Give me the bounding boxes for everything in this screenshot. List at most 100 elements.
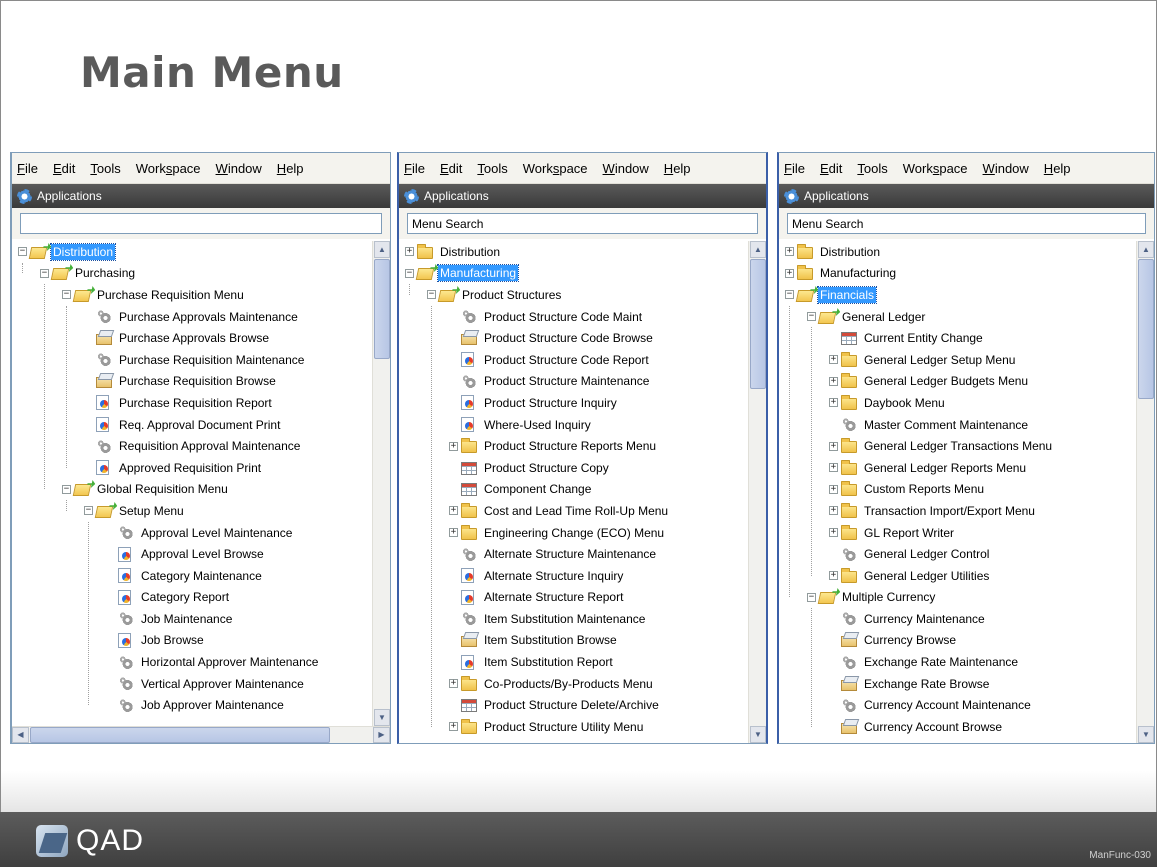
tree-item-label[interactable]: Daybook Menu [862,395,947,411]
tree-item-label[interactable]: Multiple Currency [840,589,937,605]
collapse-minus-icon[interactable]: − [62,290,71,300]
tree-item-label[interactable]: Exchange Rate Maintenance [862,654,1020,670]
tree-row[interactable]: + General Ledger Transactions Menu [779,435,1136,457]
tree-item-label[interactable]: General Ledger Control [862,546,991,562]
expand-plus-icon[interactable]: + [449,506,458,516]
tree-item-label[interactable]: General Ledger [840,309,927,325]
tree-item-label[interactable]: Manufacturing [436,264,520,283]
tree-item-label[interactable]: Approved Requisition Print [117,460,263,476]
tree-row[interactable]: Product Structure Code Maint [399,306,748,328]
scroll-thumb[interactable] [1138,259,1154,399]
tree-item-label[interactable]: Purchase Requisition Maintenance [117,352,306,368]
tree-item-label[interactable]: General Ledger Budgets Menu [862,373,1030,389]
tree-item-label[interactable]: Engineering Change (ECO) Menu [482,525,666,541]
expand-plus-icon[interactable]: + [829,441,838,451]
tree-row[interactable]: + General Ledger Budgets Menu [779,371,1136,393]
menu-search-input[interactable] [407,213,758,234]
menu-workspace[interactable]: Workspace [523,161,588,176]
expand-plus-icon[interactable]: + [829,506,838,516]
tree-row[interactable]: Item Substitution Maintenance [399,608,748,630]
collapse-minus-icon[interactable]: − [807,592,816,602]
tree-item-label[interactable]: Custom Reports Menu [862,481,986,497]
expand-plus-icon[interactable]: + [449,528,458,538]
tree-item-label[interactable]: Cost and Lead Time Roll-Up Menu [482,503,670,519]
tree-row[interactable]: − Multiple Currency [779,587,1136,609]
tree-item-label[interactable]: Distribution [49,242,117,261]
tree-row[interactable]: Exchange Rate Maintenance [779,651,1136,673]
tree-row[interactable]: General Ledger Control [779,543,1136,565]
vertical-scrollbar[interactable]: ▲ ▼ [1136,241,1154,743]
menu-help[interactable]: Help [664,161,691,176]
menu-tools[interactable]: Tools [857,161,887,176]
tree-item-label[interactable]: Currency Account Maintenance [862,697,1033,713]
expand-plus-icon[interactable]: + [449,441,458,451]
tree-item-label[interactable]: Manufacturing [818,265,898,281]
tree-row[interactable]: Horizontal Approver Maintenance [12,651,372,673]
tree-item-label[interactable]: Product Structure Maintenance [482,373,651,389]
tree-item-label[interactable]: Currency Maintenance [862,611,987,627]
tree-row[interactable]: Product Structure Inquiry [399,392,748,414]
collapse-minus-icon[interactable]: − [84,506,93,516]
expand-plus-icon[interactable]: + [829,398,838,408]
tree-item-label[interactable]: Purchase Requisition Browse [117,373,278,389]
expand-plus-icon[interactable]: + [405,247,414,257]
tree-row[interactable]: + Transaction Import/Export Menu [779,500,1136,522]
tree-row[interactable]: + Co-Products/By-Products Menu [399,673,748,695]
tree-row[interactable]: + Manufacturing [779,263,1136,285]
tree-item-label[interactable]: Purchase Requisition Menu [95,287,246,303]
expand-plus-icon[interactable]: + [829,571,838,581]
menu-help[interactable]: Help [1044,161,1071,176]
tree-row[interactable]: − Product Structures [399,284,748,306]
collapse-minus-icon[interactable]: − [405,268,414,278]
vertical-scrollbar[interactable]: ▲ ▼ [372,241,390,726]
horizontal-scrollbar[interactable]: ◀ ▶ [12,726,390,743]
tree-row[interactable]: − Financials [779,284,1136,306]
tree-item-label[interactable]: Co-Products/By-Products Menu [482,676,655,692]
tree-item-label[interactable]: Master Comment Maintenance [862,417,1030,433]
tree-item-label[interactable]: Requisition Approval Maintenance [117,438,302,454]
tree-row[interactable]: Category Maintenance [12,565,372,587]
menu-file[interactable]: File [404,161,425,176]
scroll-up-arrow-icon[interactable]: ▲ [374,241,390,258]
tree-row[interactable]: Current Entity Change [779,327,1136,349]
scroll-up-arrow-icon[interactable]: ▲ [750,241,766,258]
tree-row[interactable]: + Engineering Change (ECO) Menu [399,522,748,544]
expand-plus-icon[interactable]: + [449,722,458,732]
menu-tools[interactable]: Tools [90,161,120,176]
tree-row[interactable]: + General Ledger Setup Menu [779,349,1136,371]
tree-row[interactable]: − Distribution [12,241,372,263]
tree-row[interactable]: + Cost and Lead Time Roll-Up Menu [399,500,748,522]
tree-item-label[interactable]: Product Structure Copy [482,460,611,476]
tree-row[interactable]: Job Approver Maintenance [12,694,372,716]
tree-row[interactable]: Alternate Structure Inquiry [399,565,748,587]
menu-file[interactable]: File [17,161,38,176]
tree-item-label[interactable]: Product Structures [460,287,563,303]
tree-item-label[interactable]: Distribution [818,244,882,260]
collapse-minus-icon[interactable]: − [785,290,794,300]
tree-row[interactable]: − Purchase Requisition Menu [12,284,372,306]
menu-window[interactable]: Window [603,161,649,176]
tree-row[interactable]: Item Substitution Browse [399,630,748,652]
tree-item-label[interactable]: Currency Account Browse [862,719,1004,735]
tree-row[interactable]: Product Structure Code Browse [399,327,748,349]
tree-row[interactable]: + Product Structure Reports Menu [399,435,748,457]
tree-row[interactable]: Job Maintenance [12,608,372,630]
tree-row[interactable]: Vertical Approver Maintenance [12,673,372,695]
expand-plus-icon[interactable]: + [829,376,838,386]
expand-plus-icon[interactable]: + [829,484,838,494]
menu-edit[interactable]: Edit [440,161,462,176]
scroll-down-arrow-icon[interactable]: ▼ [374,709,390,726]
tree-row[interactable]: Where-Used Inquiry [399,414,748,436]
tree-row[interactable]: − Purchasing [12,263,372,285]
menu-window[interactable]: Window [983,161,1029,176]
collapse-minus-icon[interactable]: − [427,290,436,300]
tree-row[interactable]: Component Change [399,479,748,501]
tree-row[interactable]: + Distribution [779,241,1136,263]
tree-item-label[interactable]: Category Report [139,589,231,605]
scroll-down-arrow-icon[interactable]: ▼ [1138,726,1154,743]
tree-row[interactable]: Approval Level Browse [12,543,372,565]
menu-search-input[interactable] [787,213,1146,234]
scroll-thumb[interactable] [750,259,766,389]
tree-item-label[interactable]: Product Structure Code Report [482,352,651,368]
tree-item-label[interactable]: General Ledger Reports Menu [862,460,1028,476]
